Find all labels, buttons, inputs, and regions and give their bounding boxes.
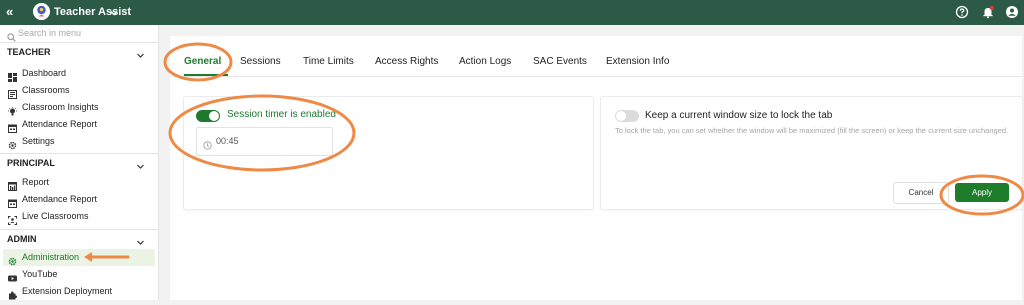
sidebar-item-classroom-insights[interactable]: Classroom Insights: [0, 99, 158, 116]
attendance-report-icon: [8, 120, 17, 133]
clock-icon: [203, 137, 212, 150]
section-header-admin[interactable]: ADMIN: [0, 229, 158, 248]
sidebar-item-label: Attendance Report: [22, 194, 98, 204]
app-logo-icon: [33, 3, 50, 20]
apply-button[interactable]: Apply: [955, 183, 1009, 202]
window-lock-toggle[interactable]: [615, 110, 639, 122]
insights-icon: [8, 103, 17, 116]
sidebar-item-label: Dashboard: [22, 68, 67, 78]
session-timer-toggle[interactable]: [196, 110, 220, 122]
tab-extension-info[interactable]: Extension Info: [606, 56, 669, 67]
sidebar-item-administration[interactable]: Administration: [3, 249, 155, 266]
tab-sessions[interactable]: Sessions: [240, 56, 281, 67]
live-classrooms-icon: [8, 212, 17, 225]
search-icon: [7, 29, 16, 42]
section-header-principal[interactable]: PRINCIPAL: [0, 153, 158, 172]
sidebar-item-report[interactable]: Report: [0, 174, 158, 191]
chevron-down-icon[interactable]: [136, 47, 145, 58]
window-lock-label: Keep a current window size to lock the t…: [645, 110, 833, 121]
sidebar-item-label: Extension Deployment: [22, 286, 113, 296]
chevron-down-icon[interactable]: [136, 234, 145, 245]
session-timer-value: 00:45: [216, 136, 239, 146]
main-panel: General Sessions Time Limits Access Righ…: [170, 36, 1023, 300]
session-timer-input[interactable]: 00:45: [196, 127, 333, 156]
tab-divider: [170, 76, 1022, 77]
sidebar-item-label: Attendance Report: [22, 119, 98, 129]
classrooms-icon: [8, 86, 17, 99]
sidebar-item-label: Classroom Insights: [22, 102, 99, 112]
app-title[interactable]: Teacher Assist: [54, 6, 131, 18]
notification-bell-icon[interactable]: [981, 5, 995, 19]
cancel-button[interactable]: Cancel: [893, 182, 949, 204]
sidebar-item-settings[interactable]: Settings: [0, 133, 158, 150]
search-input[interactable]: [18, 26, 148, 40]
puzzle-icon: [8, 287, 17, 300]
section-title: PRINCIPAL: [7, 158, 55, 168]
toggle-knob: [209, 111, 219, 121]
sidebar-item-label: Administration: [22, 252, 80, 262]
top-bar: « Teacher Assist: [0, 0, 1024, 25]
sidebar-item-label: Report: [22, 177, 50, 187]
tab-access-rights[interactable]: Access Rights: [375, 56, 438, 67]
tab-time-limits[interactable]: Time Limits: [303, 56, 354, 67]
gear-icon: [8, 253, 17, 266]
tab-action-logs[interactable]: Action Logs: [459, 56, 511, 67]
sidebar-item-attendance-report[interactable]: Attendance Report: [0, 116, 158, 133]
user-account-icon[interactable]: [1005, 5, 1019, 19]
session-timer-label: Session timer is enabled: [227, 109, 336, 120]
youtube-icon: [8, 270, 17, 282]
help-icon[interactable]: [955, 5, 969, 19]
window-lock-description: To lock the tab, you can set whether the…: [615, 126, 1009, 135]
sidebar-item-dashboard[interactable]: Dashboard: [0, 65, 158, 82]
dashboard-icon: [8, 69, 17, 82]
chevron-down-icon[interactable]: [109, 5, 119, 16]
sidebar-item-live-classrooms[interactable]: Live Classrooms: [0, 208, 158, 225]
sidebar-item-label: Classrooms: [22, 85, 70, 95]
sidebar-item-extension-deployment[interactable]: Extension Deployment: [0, 283, 158, 300]
report-icon: [8, 178, 17, 191]
tab-sac-events[interactable]: SAC Events: [533, 56, 587, 67]
sidebar: TEACHER Dashboard Classrooms Classroom I…: [0, 25, 159, 300]
toggle-knob: [616, 111, 626, 121]
sidebar-item-label: Live Classrooms: [22, 211, 89, 221]
tab-general[interactable]: General: [184, 56, 221, 67]
sidebar-search: [0, 25, 158, 42]
collapse-sidebar-button[interactable]: «: [6, 4, 13, 19]
section-header-teacher[interactable]: TEACHER: [0, 42, 158, 61]
sidebar-item-classrooms[interactable]: Classrooms: [0, 82, 158, 99]
sidebar-item-label: YouTube: [22, 269, 58, 279]
sidebar-item-label: Settings: [22, 136, 55, 146]
section-title: ADMIN: [7, 234, 37, 244]
gear-icon: [8, 137, 17, 150]
sidebar-item-principal-attendance-report[interactable]: Attendance Report: [0, 191, 158, 208]
sidebar-item-youtube[interactable]: YouTube: [0, 266, 158, 283]
attendance-report-icon: [8, 195, 17, 208]
section-title: TEACHER: [7, 47, 51, 57]
chevron-down-icon[interactable]: [136, 158, 145, 169]
